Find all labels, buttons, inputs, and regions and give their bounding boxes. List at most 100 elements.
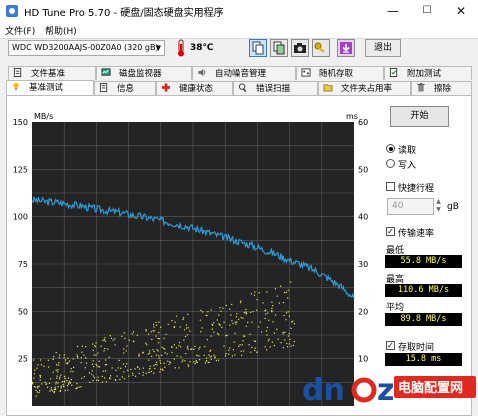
- access-time-point: [59, 376, 61, 378]
- access-time-point: [55, 381, 57, 383]
- access-time-point: [252, 310, 254, 313]
- access-time-point: [220, 310, 222, 312]
- access-time-point: [135, 375, 137, 377]
- short-stroke-input[interactable]: 40: [387, 198, 434, 215]
- access-time-point: [149, 352, 151, 354]
- access-time-point: [100, 345, 102, 347]
- access-time-point: [210, 335, 212, 337]
- access-time-point: [184, 335, 187, 338]
- svg-text:dn: dn: [302, 373, 345, 408]
- access-time-point: [60, 385, 62, 387]
- access-time-point: [69, 382, 71, 384]
- write-label: 写入: [398, 161, 417, 171]
- access-time-point: [238, 345, 240, 347]
- access-time-point: [125, 350, 127, 352]
- access-time-point: [271, 341, 273, 343]
- access-time-point: [80, 357, 82, 359]
- access-time-point: [83, 354, 85, 356]
- transfer-rate-checkbox[interactable]: ✓: [386, 227, 395, 236]
- access-time-point: [156, 324, 158, 326]
- access-time-point: [50, 387, 52, 389]
- access-time-point: [81, 345, 83, 347]
- access-time-checkbox[interactable]: ✓: [386, 341, 395, 350]
- access-time-point: [155, 321, 157, 323]
- access-time-point: [185, 327, 188, 329]
- access-time-point: [288, 333, 290, 335]
- access-time-point: [238, 318, 240, 320]
- access-time-point: [33, 386, 35, 388]
- access-time-point: [90, 373, 93, 375]
- access-time-point: [211, 323, 213, 325]
- access-time-point: [213, 331, 215, 333]
- access-time-point: [97, 379, 100, 381]
- access-time-point: [52, 358, 54, 360]
- access-time-point: [158, 355, 160, 357]
- access-time-point: [153, 330, 155, 332]
- access-time-point: [261, 331, 263, 333]
- access-time-point: [292, 320, 294, 322]
- access-time-point: [33, 359, 35, 361]
- access-time-point: [240, 350, 242, 352]
- access-time-point: [184, 360, 186, 362]
- access-time-point: [147, 353, 149, 355]
- access-time-point: [272, 321, 274, 323]
- write-radio[interactable]: [386, 159, 395, 168]
- access-time-point: [53, 389, 55, 391]
- access-time-point: [58, 378, 61, 380]
- access-time-point: [56, 375, 58, 377]
- access-time-point: [196, 361, 198, 363]
- access-time-point: [230, 314, 232, 316]
- access-time-point: [163, 362, 165, 364]
- access-time-point: [132, 341, 135, 343]
- access-time-point: [55, 352, 57, 354]
- access-time-point: [185, 353, 187, 355]
- access-time-point: [249, 333, 251, 335]
- access-time-point: [142, 371, 144, 373]
- access-time-point: [181, 361, 183, 363]
- access-time-point: [48, 366, 50, 368]
- y2-tick-label: 30: [358, 260, 368, 269]
- watermark-site-name: 电脑配置网: [398, 380, 463, 396]
- access-time-point: [188, 365, 190, 367]
- access-time-point: [63, 385, 65, 387]
- access-time-point: [98, 360, 100, 362]
- access-time-point: [63, 354, 65, 356]
- start-button[interactable]: 开始: [390, 106, 449, 127]
- access-time-point: [233, 341, 235, 343]
- access-time-point: [235, 323, 237, 325]
- access-time-point: [112, 339, 114, 341]
- access-time-point: [272, 305, 274, 307]
- access-time-point: [156, 349, 158, 351]
- access-time-point: [174, 367, 176, 369]
- access-time-point: [132, 331, 135, 333]
- access-time-point: [284, 331, 286, 333]
- access-time-point: [239, 301, 242, 304]
- access-time-point: [290, 281, 292, 283]
- access-time-point: [157, 337, 159, 340]
- y-tick-label: 100: [13, 213, 28, 222]
- access-time-point: [85, 357, 87, 359]
- access-time-point: [285, 319, 287, 321]
- access-time-point: [262, 302, 264, 304]
- access-time-point: [225, 304, 227, 306]
- access-time-point: [160, 362, 162, 364]
- access-time-point: [96, 379, 98, 381]
- access-time-point: [62, 383, 64, 386]
- short-stroke-checkbox[interactable]: [386, 182, 395, 191]
- access-time-point: [193, 361, 195, 363]
- access-time-point: [223, 345, 225, 347]
- access-time-point: [150, 331, 152, 333]
- access-time-point: [138, 372, 140, 374]
- access-time-point: [156, 361, 158, 363]
- short-stroke-spinner[interactable]: ▲ ▼: [435, 198, 442, 215]
- access-time-point: [65, 362, 67, 364]
- access-time-point: [214, 357, 216, 359]
- access-time-point: [225, 353, 227, 355]
- access-time-point: [254, 340, 257, 342]
- access-time-point: [161, 354, 163, 356]
- read-radio[interactable]: [386, 144, 395, 153]
- access-time-point: [254, 291, 256, 293]
- access-time-point: [287, 335, 289, 337]
- access-time-point: [136, 334, 138, 336]
- access-time-point: [131, 372, 134, 374]
